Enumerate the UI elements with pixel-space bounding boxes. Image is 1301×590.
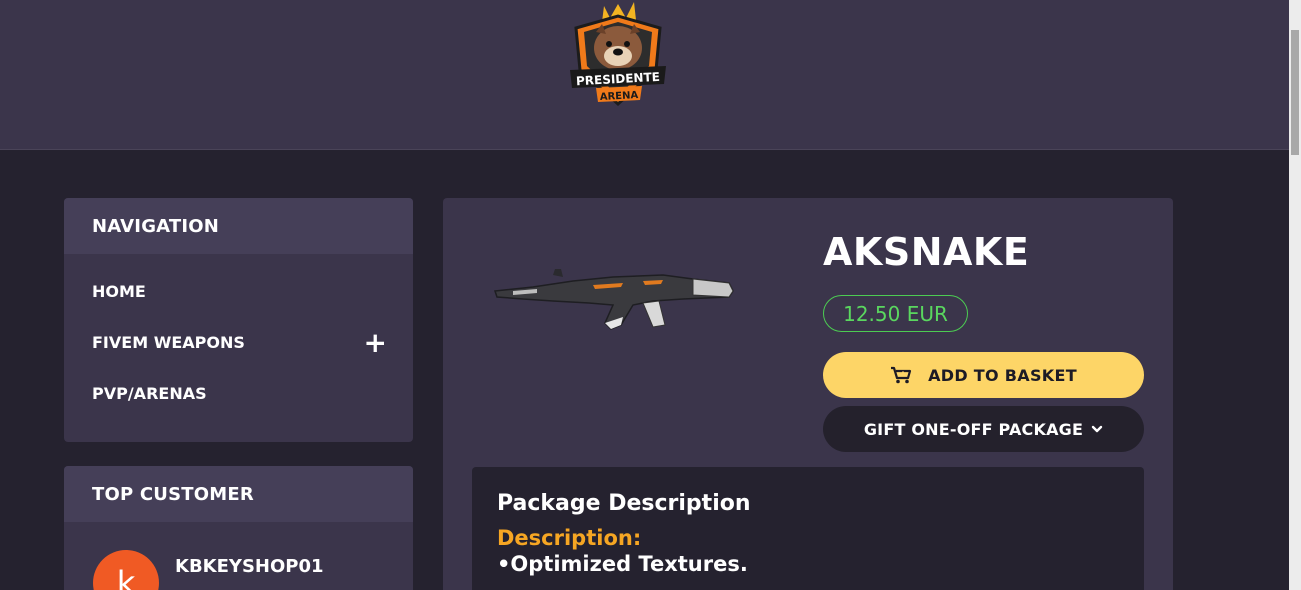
- description-subheading: Description:: [497, 526, 642, 550]
- nav-item-fivem-weapons[interactable]: FIVEM WEAPONS +: [64, 317, 413, 368]
- nav-item-label: PVP/ARENAS: [92, 384, 207, 403]
- logo-text-line1: PRESIDENTE: [576, 70, 661, 88]
- navigation-list: HOME FIVEM WEAPONS + PVP/ARENAS: [64, 254, 413, 419]
- logo-text-line2: ARENA: [600, 90, 639, 103]
- product-image: [493, 265, 736, 331]
- price-badge: 12.50 EUR: [823, 295, 968, 332]
- product-title: AKSNAKE: [823, 230, 1030, 274]
- customer-name: KBKEYSHOP01: [175, 556, 324, 577]
- top-customer-panel: TOP CUSTOMER k KBKEYSHOP01: [64, 466, 413, 590]
- add-to-basket-button[interactable]: ADD TO BASKET: [823, 352, 1144, 398]
- site-header: PRESIDENTE ARENA: [0, 0, 1289, 150]
- nav-item-pvp-arenas[interactable]: PVP/ARENAS: [64, 368, 413, 419]
- top-customer-title: TOP CUSTOMER: [64, 466, 413, 522]
- bulldog-logo-icon: PRESIDENTE ARENA: [570, 2, 666, 107]
- page-scrollbar[interactable]: [1289, 0, 1301, 590]
- nav-item-label: HOME: [92, 282, 146, 301]
- navigation-title: NAVIGATION: [64, 198, 413, 254]
- site-logo[interactable]: PRESIDENTE ARENA: [566, 0, 670, 113]
- rifle-icon: [493, 269, 734, 330]
- avatar: k: [93, 550, 159, 590]
- top-customer-row: k KBKEYSHOP01: [64, 522, 413, 590]
- description-line: •Optimized Textures.: [497, 552, 748, 576]
- plus-icon[interactable]: +: [364, 328, 387, 357]
- cart-plus-icon: [890, 366, 912, 384]
- nav-item-label: FIVEM WEAPONS: [92, 333, 245, 352]
- navigation-panel: NAVIGATION HOME FIVEM WEAPONS + PVP/AREN…: [64, 198, 413, 442]
- gift-package-label: GIFT ONE-OFF PACKAGE: [863, 419, 1084, 439]
- chevron-down-icon: [1091, 424, 1103, 434]
- description-heading: Package Description: [497, 491, 751, 516]
- nav-item-home[interactable]: HOME: [64, 266, 413, 317]
- add-to-basket-label: ADD TO BASKET: [928, 365, 1077, 385]
- gift-package-button[interactable]: GIFT ONE-OFF PACKAGE: [823, 406, 1144, 452]
- package-description-box: Package Description Description: •Optimi…: [472, 467, 1144, 590]
- scrollbar-thumb[interactable]: [1291, 30, 1299, 155]
